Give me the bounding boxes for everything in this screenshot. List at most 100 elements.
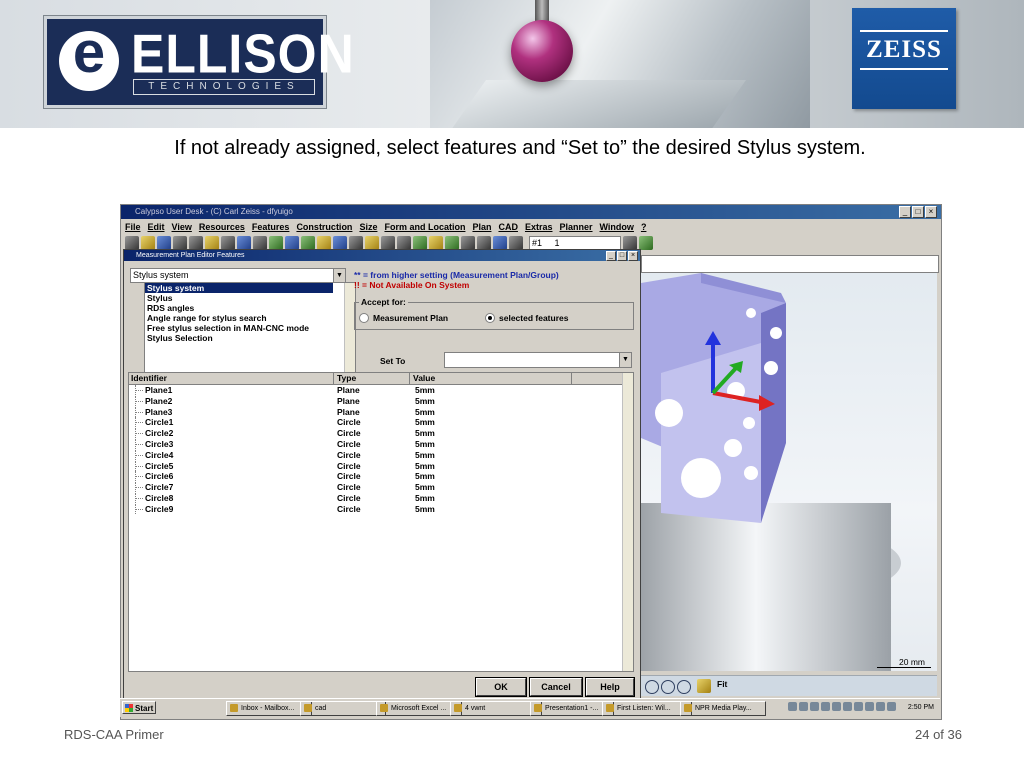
minimize-button[interactable]: _: [899, 206, 911, 218]
probe-icon[interactable]: [429, 236, 443, 250]
fit-button[interactable]: Fit: [717, 679, 727, 689]
set-to-select[interactable]: ▼: [444, 352, 632, 368]
menu-planner[interactable]: Planner: [560, 220, 593, 234]
radio-button-selected-icon[interactable]: [485, 313, 495, 323]
list-scrollbar[interactable]: [344, 283, 355, 379]
dialog-close-button[interactable]: ×: [628, 251, 638, 261]
command-input-row[interactable]: [641, 255, 939, 273]
column-header-type[interactable]: Type: [335, 373, 410, 384]
print-icon[interactable]: [349, 236, 363, 250]
grid-icon[interactable]: [285, 236, 299, 250]
rotate-icon[interactable]: [645, 680, 659, 694]
tray-icon[interactable]: [788, 702, 797, 711]
list-icon[interactable]: [237, 236, 251, 250]
machine-icon[interactable]: [397, 236, 411, 250]
tray-icon[interactable]: [821, 702, 830, 711]
list-item[interactable]: Angle range for stylus search: [145, 313, 355, 323]
table-row[interactable]: Plane1 Plane 5mm: [129, 385, 619, 395]
menu-view[interactable]: View: [172, 220, 192, 234]
rack-icon[interactable]: [509, 236, 523, 250]
column-header-identifier[interactable]: Identifier: [129, 373, 334, 384]
tray-icon[interactable]: [843, 702, 852, 711]
table-row[interactable]: Circle6 Circle 5mm: [129, 471, 619, 482]
task-cad[interactable]: cad: [300, 701, 386, 716]
list-item[interactable]: RDS angles: [145, 303, 355, 313]
stylus-system-icon[interactable]: [493, 236, 507, 250]
table-scrollbar[interactable]: [622, 373, 633, 671]
tray-icon[interactable]: [865, 702, 874, 711]
folder-icon[interactable]: [317, 236, 331, 250]
list-item[interactable]: Stylus system: [145, 283, 333, 293]
chevron-down-icon[interactable]: ▼: [619, 353, 631, 367]
table-row[interactable]: Circle1 Circle 5mm: [129, 417, 619, 428]
paste-icon[interactable]: [205, 236, 219, 250]
list-item[interactable]: Stylus Selection: [145, 333, 355, 343]
list-item[interactable]: Free stylus selection in MAN-CNC mode: [145, 323, 355, 333]
chevron-down-icon[interactable]: ▼: [333, 269, 345, 282]
table-row[interactable]: Circle2 Circle 5mm: [129, 428, 619, 439]
help-button[interactable]: Help: [586, 678, 634, 696]
fit-icon[interactable]: [697, 679, 711, 693]
open-folder-icon[interactable]: [141, 236, 155, 250]
tray-icon[interactable]: [854, 702, 863, 711]
cad-viewport[interactable]: 20 mm: [641, 273, 937, 671]
table-row[interactable]: Circle3 Circle 5mm: [129, 439, 619, 449]
ok-button[interactable]: OK: [476, 678, 526, 696]
stylus-icon[interactable]: [477, 236, 491, 250]
clear-icon[interactable]: [639, 236, 653, 250]
menu-features[interactable]: Features: [252, 220, 290, 234]
table-row[interactable]: Circle5 Circle 5mm: [129, 460, 619, 471]
task-vwnt[interactable]: 4 vwnt: [450, 701, 542, 716]
menu-file[interactable]: File: [125, 220, 141, 234]
tray-icon[interactable]: [799, 702, 808, 711]
settings-icon[interactable]: [445, 236, 459, 250]
table-row[interactable]: Plane3 Plane 5mm: [129, 406, 619, 417]
table-icon[interactable]: [269, 236, 283, 250]
table-row[interactable]: Circle7 Circle 5mm: [129, 482, 619, 493]
run-icon[interactable]: [413, 236, 427, 250]
maximize-button[interactable]: □: [912, 206, 924, 218]
zoom-icon[interactable]: [661, 680, 675, 694]
tray-icon[interactable]: [876, 702, 885, 711]
menu-edit[interactable]: Edit: [148, 220, 165, 234]
menu-help[interactable]: ?: [641, 220, 647, 234]
help-icon[interactable]: [461, 236, 475, 250]
table-row[interactable]: Circle8 Circle 5mm: [129, 493, 619, 503]
radio-selected-features[interactable]: selected features: [485, 313, 568, 323]
menu-window[interactable]: Window: [600, 220, 634, 234]
menu-plan[interactable]: Plan: [472, 220, 491, 234]
binoculars-icon[interactable]: [253, 236, 267, 250]
radio-measurement-plan[interactable]: Measurement Plan: [359, 313, 448, 323]
stack-icon[interactable]: [333, 236, 347, 250]
table-row[interactable]: Circle9 Circle 5mm: [129, 503, 619, 514]
close-button[interactable]: ×: [925, 206, 937, 218]
menu-construction[interactable]: Construction: [296, 220, 352, 234]
report-icon[interactable]: [381, 236, 395, 250]
list-item[interactable]: Stylus: [145, 293, 355, 303]
chart-icon[interactable]: [301, 236, 315, 250]
save-icon[interactable]: [157, 236, 171, 250]
tray-icon[interactable]: [887, 702, 896, 711]
column-header-value[interactable]: Value: [411, 373, 572, 384]
start-button[interactable]: Start: [122, 701, 156, 714]
new-file-icon[interactable]: [125, 236, 139, 250]
clipboard-icon[interactable]: [365, 236, 379, 250]
task-first-listen[interactable]: First Listen: Wil...: [602, 701, 692, 716]
cancel-button[interactable]: Cancel: [530, 678, 582, 696]
table-row[interactable]: Plane2 Plane 5mm: [129, 395, 619, 406]
table-row[interactable]: Circle4 Circle 5mm: [129, 449, 619, 460]
tray-icon[interactable]: [832, 702, 841, 711]
category-list[interactable]: Stylus system Stylus RDS angles Angle ra…: [144, 282, 356, 380]
undo-icon[interactable]: [221, 236, 235, 250]
task-npr-media-player[interactable]: NPR Media Play...: [680, 701, 766, 716]
copy-icon[interactable]: [189, 236, 203, 250]
dialog-maximize-button[interactable]: □: [617, 251, 627, 261]
dropdown-arrow-icon[interactable]: [623, 236, 637, 250]
menu-cad[interactable]: CAD: [498, 220, 518, 234]
tray-icon[interactable]: [810, 702, 819, 711]
menu-resources[interactable]: Resources: [199, 220, 245, 234]
menu-extras[interactable]: Extras: [525, 220, 553, 234]
cut-icon[interactable]: [173, 236, 187, 250]
menu-size[interactable]: Size: [359, 220, 377, 234]
pan-icon[interactable]: [677, 680, 691, 694]
